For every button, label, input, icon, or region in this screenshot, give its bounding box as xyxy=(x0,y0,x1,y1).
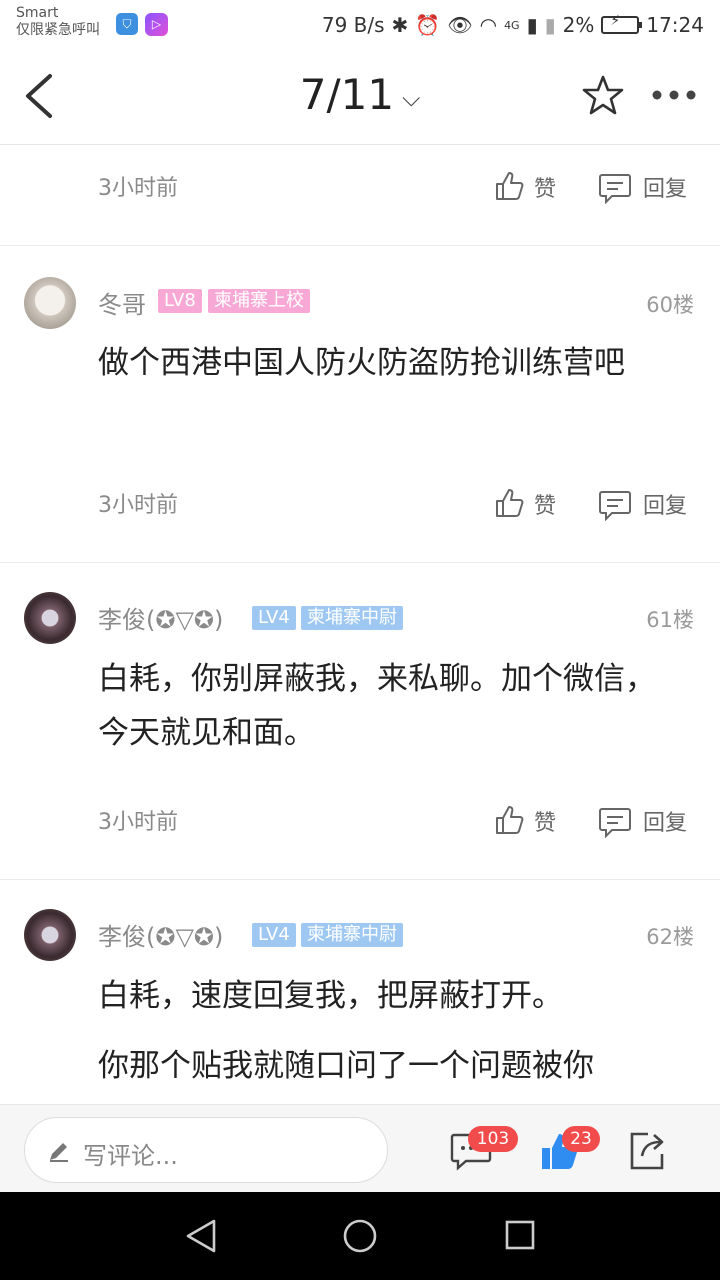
video-app-icon: ▷ xyxy=(145,13,168,36)
status-indicators: 79 B/s ✱ ⏰ 👁 ◠ 4G ▮ ▮ 2% ⚡ 17:24 xyxy=(322,10,704,40)
shield-app-icon: ⛉ xyxy=(116,13,138,35)
level-badge: LV8 xyxy=(158,289,202,313)
battery-percent: 2% xyxy=(562,13,595,37)
level-badge: LV4 xyxy=(252,923,296,947)
title-badge: 柬埔寨上校 xyxy=(208,289,310,313)
reply-bubble-icon[interactable] xyxy=(598,172,632,204)
comment-item: 冬哥 LV8 柬埔寨上校 60楼 做个西港中国人防火防盗防抢训练营吧 3小时前 … xyxy=(0,247,720,563)
status-bar: Smart 仅限紧急呼叫 ⛉ ▷ 79 B/s ✱ ⏰ 👁 ◠ 4G ▮ ▮ 2… xyxy=(0,0,720,50)
reply-button[interactable]: 回复 xyxy=(643,488,687,520)
bottom-action-bar: 写评论... 103 23 xyxy=(0,1104,720,1192)
username[interactable]: 李俊(✪▽✪) xyxy=(98,917,223,952)
avatar[interactable] xyxy=(24,909,76,961)
avatar[interactable] xyxy=(24,277,76,329)
like-button[interactable]: 赞 xyxy=(534,805,556,837)
comment-count-badge: 103 xyxy=(468,1126,518,1152)
eye-icon: 👁 xyxy=(447,13,473,37)
system-home-icon[interactable] xyxy=(342,1218,378,1254)
comment-time: 3小时前 xyxy=(98,493,178,518)
like-button[interactable]: 赞 xyxy=(534,488,556,520)
comment-input[interactable]: 写评论... xyxy=(24,1117,388,1183)
username[interactable]: 冬哥 xyxy=(98,285,146,320)
clock: 17:24 xyxy=(646,13,704,37)
title-badge: 柬埔寨中尉 xyxy=(301,923,403,947)
avatar[interactable] xyxy=(24,592,76,644)
comment-time: 3小时前 xyxy=(98,176,178,201)
comment-item: 李俊(✪▽✪) LV4 柬埔寨中尉 61楼 白耗，你别屏蔽我，来私聊。加个微信，… xyxy=(0,564,720,880)
comment-item: 李俊(✪▽✪) LV4 柬埔寨中尉 62楼 白耗，速度回复我，把屏蔽打开。 你那… xyxy=(0,881,720,1104)
title-badge: 柬埔寨中尉 xyxy=(301,606,403,630)
system-back-icon[interactable] xyxy=(184,1218,218,1254)
comment-content: 白耗，你别屏蔽我，来私聊。加个微信，今天就见和面。 xyxy=(98,661,656,751)
bluetooth-icon: ✱ xyxy=(391,13,409,37)
like-count-badge: 23 xyxy=(562,1126,600,1152)
pencil-icon xyxy=(50,1143,68,1162)
floor-number: 60楼 xyxy=(646,293,694,317)
thumbs-up-icon[interactable] xyxy=(494,804,526,836)
favorite-star-icon[interactable] xyxy=(582,74,624,116)
thumbs-up-icon[interactable] xyxy=(494,170,526,202)
share-icon[interactable] xyxy=(628,1130,666,1170)
level-badge: LV4 xyxy=(252,606,296,630)
carrier-status: 仅限紧急呼叫 xyxy=(16,22,100,38)
battery-icon: ⚡ xyxy=(601,13,643,34)
like-button[interactable]: 赞 xyxy=(534,171,556,203)
comment-content-continued: 你那个贴我就随口问了一个问题被你 xyxy=(98,1048,594,1084)
system-nav-bar xyxy=(0,1192,720,1280)
more-options-icon[interactable] xyxy=(650,88,698,102)
comment-placeholder: 写评论... xyxy=(83,1142,178,1170)
reply-button[interactable]: 回复 xyxy=(643,171,687,203)
comment-content: 白耗，速度回复我，把屏蔽打开。 xyxy=(98,978,563,1014)
comment-content: 做个西港中国人防火防盗防抢训练营吧 xyxy=(98,345,625,381)
username[interactable]: 李俊(✪▽✪) xyxy=(98,600,223,635)
thumbs-up-icon[interactable] xyxy=(494,487,526,519)
signal-icon: ▮ xyxy=(526,13,538,37)
wifi-icon: ◠ xyxy=(479,13,498,37)
carrier-info: Smart 仅限紧急呼叫 xyxy=(16,5,100,39)
comment-list[interactable]: 3小时前 赞 回复 冬哥 LV8 柬埔寨上校 60楼 做个西港中国人防火防盗防抢… xyxy=(0,146,720,1104)
signal-2-icon: ▮ xyxy=(544,13,556,37)
nav-bar: 7/11 ⌵ xyxy=(0,50,720,145)
carrier-name: Smart xyxy=(16,5,59,21)
floor-number: 62楼 xyxy=(646,925,694,949)
reply-button[interactable]: 回复 xyxy=(643,805,687,837)
comment-time: 3小时前 xyxy=(98,810,178,835)
page-indicator-text: 7/11 xyxy=(299,70,395,119)
chevron-down-icon: ⌵ xyxy=(402,83,421,112)
network-type: 4G xyxy=(504,18,520,32)
reply-bubble-icon[interactable] xyxy=(598,806,632,838)
reply-bubble-icon[interactable] xyxy=(598,489,632,521)
comment-footer-previous: 3小时前 赞 回复 xyxy=(0,146,720,246)
system-recent-apps-icon[interactable] xyxy=(504,1219,536,1251)
floor-number: 61楼 xyxy=(646,608,694,632)
alarm-icon: ⏰ xyxy=(415,13,441,37)
network-speed: 79 B/s xyxy=(321,13,385,37)
